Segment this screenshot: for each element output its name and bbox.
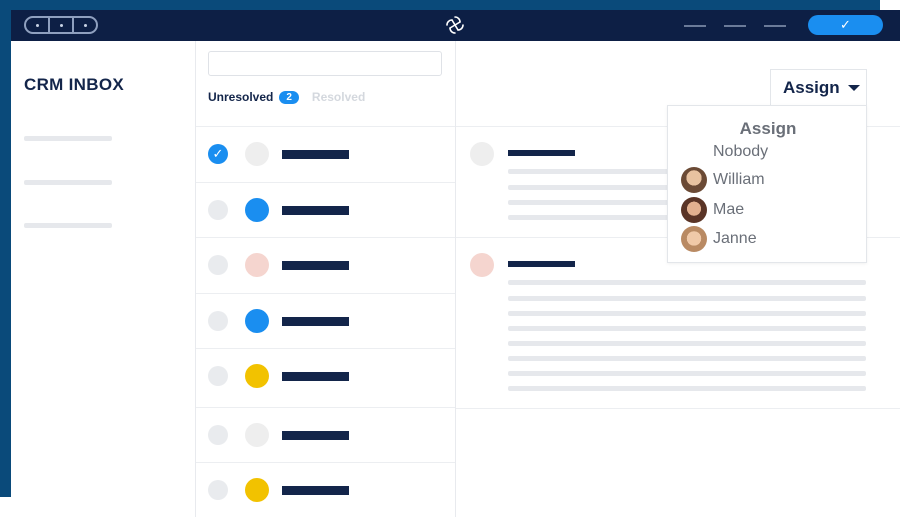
search-input[interactable] [208, 51, 442, 76]
sidebar-item-placeholder[interactable] [24, 223, 112, 228]
contact-name-placeholder [282, 206, 349, 215]
sender-name-placeholder [508, 261, 575, 267]
message-line-placeholder [508, 356, 866, 361]
list-item[interactable] [196, 182, 455, 238]
avatar [245, 423, 269, 447]
avatar [681, 167, 707, 193]
unchecked-circle-icon[interactable] [208, 425, 228, 445]
checked-circle-icon[interactable]: ✓ [208, 144, 228, 164]
contact-name-placeholder [282, 486, 349, 495]
assign-option-mae[interactable]: Mae [681, 197, 744, 223]
titlebar: ✓ [11, 10, 900, 41]
message-line-placeholder [508, 326, 866, 331]
message-line-placeholder [508, 280, 866, 285]
assign-option-janne[interactable]: Janne [681, 226, 757, 252]
window-controls[interactable] [24, 16, 98, 34]
message-line-placeholder [508, 311, 866, 316]
contact-name-placeholder [282, 431, 349, 440]
message-line-placeholder [508, 200, 678, 205]
list-item[interactable] [196, 407, 455, 463]
contact-name-placeholder [282, 150, 349, 159]
window-menu-line [764, 25, 786, 27]
unchecked-circle-icon[interactable] [208, 366, 228, 386]
avatar [681, 226, 707, 252]
message-line-placeholder [508, 371, 866, 376]
assign-button-label: Assign [783, 78, 840, 97]
window-control-dot[interactable] [26, 18, 48, 32]
assign-dropdown-title: Assign [739, 119, 797, 138]
avatar [681, 197, 707, 223]
assign-option-nobody[interactable]: Nobody [713, 143, 768, 161]
window-control-dot[interactable] [72, 18, 96, 32]
assign-option-label: Janne [713, 230, 757, 247]
assign-option-label: William [713, 171, 765, 188]
confirm-button[interactable]: ✓ [808, 15, 883, 35]
status-tabs: Unresolved 2 Resolved [208, 90, 365, 104]
sender-avatar [470, 142, 494, 166]
message-line-placeholder [508, 185, 678, 190]
list-item[interactable]: ✓ [196, 126, 455, 182]
list-item[interactable] [196, 462, 455, 517]
checkmark-icon: ✓ [840, 17, 851, 32]
avatar [245, 478, 269, 502]
tab-resolved[interactable]: Resolved [312, 90, 365, 104]
avatar [245, 364, 269, 388]
app-window: ✓ CRM INBOX Unresolved 2 Resolved ✓ [11, 10, 900, 517]
avatar [245, 309, 269, 333]
contact-name-placeholder [282, 372, 349, 381]
avatar [245, 253, 269, 277]
caret-down-icon [847, 85, 860, 91]
app-logo-icon [446, 16, 464, 34]
list-item[interactable] [196, 293, 455, 349]
assign-button[interactable]: Assign [770, 69, 867, 106]
message-line-placeholder [508, 169, 678, 174]
message-line-placeholder [508, 215, 678, 220]
contact-name-placeholder [282, 317, 349, 326]
list-item[interactable] [196, 348, 455, 404]
assign-option-label: Mae [713, 201, 745, 218]
window-menu-line [724, 25, 746, 27]
message-line-placeholder [508, 341, 866, 346]
sidebar-item-placeholder[interactable] [24, 136, 112, 141]
unchecked-circle-icon[interactable] [208, 255, 228, 275]
sidebar: CRM INBOX [11, 41, 196, 517]
message-line-placeholder [508, 386, 866, 391]
list-item[interactable] [196, 237, 455, 293]
message-line-placeholder [508, 296, 866, 301]
sender-avatar [470, 253, 494, 277]
assign-option-william[interactable]: William [681, 167, 765, 193]
conversation-list: Unresolved 2 Resolved ✓ [196, 41, 456, 517]
window-control-dot[interactable] [48, 18, 72, 32]
unchecked-circle-icon[interactable] [208, 200, 228, 220]
tab-unresolved[interactable]: Unresolved [208, 90, 273, 104]
window-menu-line [684, 25, 706, 27]
sender-name-placeholder [508, 150, 575, 156]
unresolved-count-badge: 2 [279, 90, 299, 104]
avatar [245, 142, 269, 166]
unchecked-circle-icon[interactable] [208, 311, 228, 331]
unchecked-circle-icon[interactable] [208, 480, 228, 500]
sidebar-item-placeholder[interactable] [24, 180, 112, 185]
assign-dropdown: Assign Nobody William Mae Janne [667, 105, 867, 263]
avatar [245, 198, 269, 222]
contact-name-placeholder [282, 261, 349, 270]
sidebar-title: CRM INBOX [24, 75, 124, 94]
